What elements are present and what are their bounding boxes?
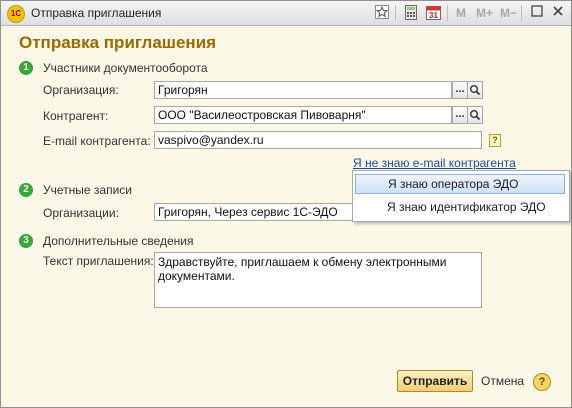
close-icon[interactable] — [550, 5, 566, 21]
counterparty-select-button[interactable]: ... — [452, 106, 468, 124]
star-icon[interactable] — [374, 5, 390, 21]
accounts-organizations-label: Организации: — [43, 206, 119, 220]
memory-plus-button[interactable]: M+ — [476, 6, 493, 20]
step-2-badge: 2 — [19, 183, 33, 197]
organization-label: Организация: — [43, 83, 119, 97]
cancel-link[interactable]: Отмена — [481, 374, 524, 388]
unknown-email-link[interactable]: Я не знаю e-mail контрагента — [353, 156, 516, 170]
calculator-icon[interactable] — [403, 5, 419, 21]
step-3-badge: 3 — [19, 234, 33, 248]
email-field[interactable]: vaspivo@yandex.ru — [154, 131, 482, 149]
organization-field[interactable]: Григорян — [154, 81, 452, 99]
email-hint-icon[interactable]: ? — [489, 134, 501, 147]
dropdown-item-know-identifier[interactable]: Я знаю идентификатор ЭДО — [355, 197, 565, 217]
step-2-label: Учетные записи — [43, 183, 132, 197]
invite-text-label: Текст приглашения: — [43, 254, 154, 268]
counterparty-search-icon[interactable] — [467, 106, 483, 124]
step-1-label: Участники документооборота — [43, 61, 208, 75]
app-logo-icon: 1C — [7, 5, 25, 23]
window-title: Отправка приглашения — [31, 6, 162, 20]
svg-text:31: 31 — [429, 11, 438, 20]
step-1-badge: 1 — [19, 61, 33, 75]
organization-search-icon[interactable] — [467, 81, 483, 99]
calendar-icon[interactable]: 31 — [425, 5, 441, 21]
toolbar-separator — [447, 5, 448, 21]
organization-select-button[interactable]: ... — [452, 81, 468, 99]
invite-text-field[interactable]: Здравствуйте, приглашаем к обмену электр… — [154, 252, 482, 308]
toolbar-separator — [395, 5, 396, 21]
dialog-window: 1C Отправка приглашения 31 M M+ M− Отпра… — [0, 0, 572, 408]
help-icon[interactable]: ? — [533, 373, 551, 391]
step-3-label: Дополнительные сведения — [43, 234, 194, 248]
accounts-organizations-field[interactable]: Григорян, Через сервис 1С-ЭДО — [154, 203, 384, 221]
email-label: E-mail контрагента: — [43, 134, 151, 148]
send-button[interactable]: Отправить — [397, 370, 473, 392]
unknown-email-dropdown: Я знаю оператора ЭДО Я знаю идентификато… — [352, 170, 570, 222]
title-bar: 1C Отправка приглашения 31 M M+ M− — [1, 1, 571, 26]
form-title: Отправка приглашения — [19, 33, 217, 52]
memory-m-button[interactable]: M — [456, 6, 466, 20]
counterparty-field[interactable]: ООО "Василеостровская Пивоварня" — [154, 106, 452, 124]
maximize-icon[interactable] — [529, 5, 545, 21]
memory-minus-button[interactable]: M− — [500, 6, 517, 20]
toolbar-separator — [521, 5, 522, 21]
dropdown-item-know-operator[interactable]: Я знаю оператора ЭДО — [355, 174, 565, 194]
counterparty-label: Контрагент: — [43, 109, 109, 123]
